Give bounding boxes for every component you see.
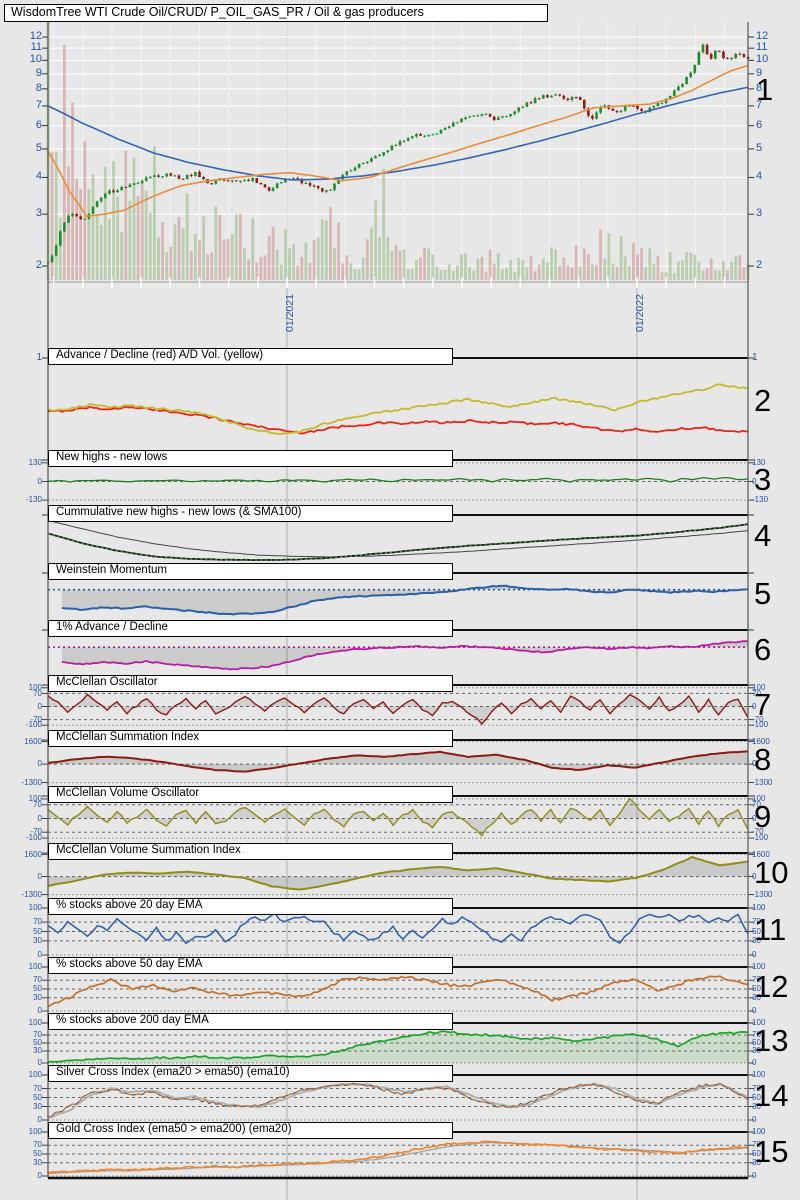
panel-pct-above-200ema bbox=[47, 1022, 749, 1064]
main-chart bbox=[46, 14, 750, 288]
panel-one-pct-advance-decline bbox=[48, 640, 749, 671]
panel-new-highs-lows bbox=[47, 462, 749, 501]
panel-gold-cross-index bbox=[47, 1131, 749, 1177]
panel-mcclellan-volume-oscillator bbox=[47, 797, 749, 839]
panel-weinstein-momentum bbox=[48, 584, 749, 616]
panel-mcclellan-volume-summation bbox=[47, 853, 749, 896]
panel-pct-above-50ema bbox=[47, 966, 749, 1012]
chart-title: WisdomTree WTI Crude Oil/CRUD/ P_OIL_GAS… bbox=[4, 4, 548, 22]
panel-silver-cross-index bbox=[47, 1074, 749, 1121]
panel-mcclellan-oscillator bbox=[47, 687, 749, 726]
panel-pct-above-20ema bbox=[47, 907, 749, 956]
panel-cumulative-nh-nl bbox=[47, 520, 749, 562]
panel-mcclellan-summation bbox=[47, 740, 749, 784]
stock-chart-page: WisdomTree WTI Crude Oil/CRUD/ P_OIL_GAS… bbox=[0, 0, 800, 1200]
chart-canvas bbox=[42, 14, 754, 1200]
panel-advance-decline bbox=[47, 357, 749, 436]
